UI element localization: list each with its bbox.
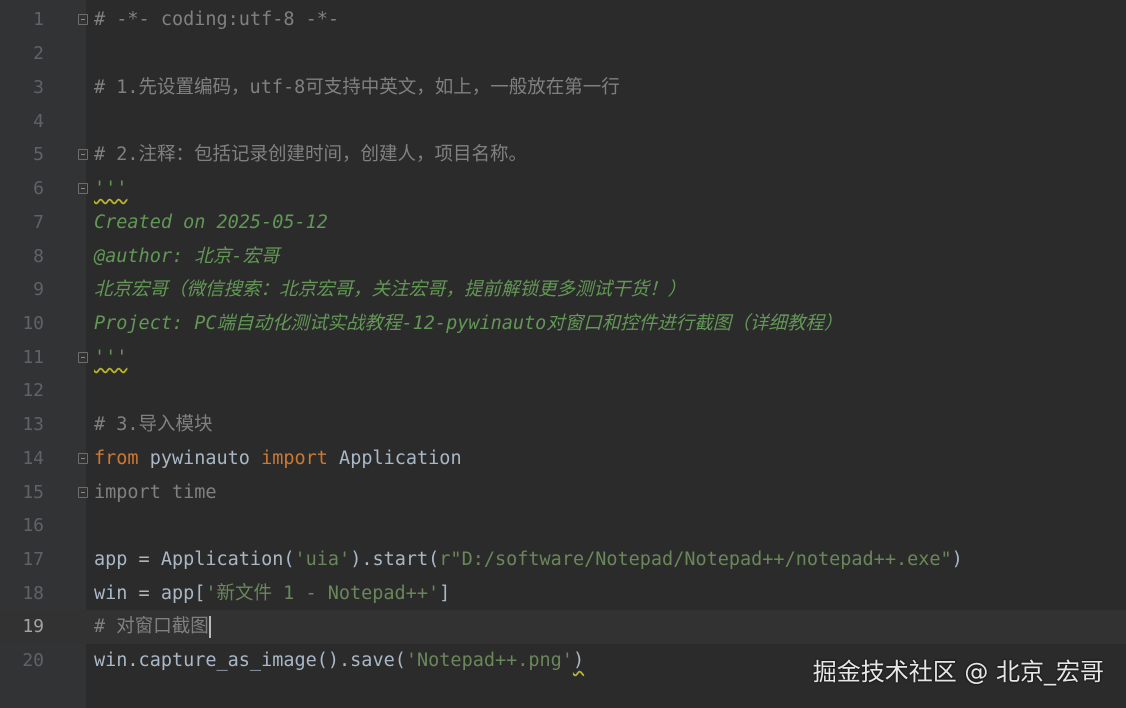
code-line[interactable]: 18 win = app['新文件 1 - Notepad++']	[0, 577, 1126, 611]
code-text: # 2.注释：包括记录创建时间，创建人，项目名称。	[94, 144, 528, 165]
code-line[interactable]: 15 import time	[0, 476, 1126, 510]
code-text: import time	[94, 482, 217, 503]
code-line[interactable]: 8 @author: 北京-宏哥	[0, 240, 1126, 274]
code-line-current[interactable]: 19 # 对窗口截图	[0, 610, 1126, 644]
code-text: '''	[94, 178, 128, 199]
line-number: 13	[22, 414, 44, 435]
code-text: from pywinauto import Application	[94, 442, 462, 476]
identifier: win = app[	[94, 583, 206, 604]
string-literal: '新文件 1 - Notepad++'	[205, 583, 440, 604]
identifier: ]	[439, 583, 451, 604]
code-line[interactable]: 16	[0, 509, 1126, 543]
code-line[interactable]: 10 Project: PC端自动化测试实战教程-12-pywinauto对窗口…	[0, 307, 1126, 341]
code-text: Created on 2025-05-12	[94, 212, 328, 233]
code-text: # 对窗口截图	[94, 610, 211, 644]
code-text: @author: 北京-宏哥	[94, 246, 280, 267]
line-number: 11	[22, 347, 44, 368]
line-number: 18	[22, 583, 44, 604]
code-text: 北京宏哥（微信搜索：北京宏哥，关注宏哥，提前解锁更多测试干货！）	[94, 279, 687, 300]
keyword: from	[94, 448, 139, 469]
code-line[interactable]: 11 '''	[0, 341, 1126, 375]
identifier: win.capture_as_image().save(	[94, 650, 406, 671]
code-line[interactable]: 1 # -*- coding:utf-8 -*-	[0, 3, 1126, 37]
code-text: # -*- coding:utf-8 -*-	[94, 9, 340, 30]
line-number: 5	[33, 144, 44, 165]
code-line[interactable]: 14 from pywinauto import Application	[0, 442, 1126, 476]
line-number: 4	[33, 111, 44, 132]
line-number: 2	[33, 43, 44, 64]
code-line[interactable]: 17 app = Application('uia').start(r"D:/s…	[0, 543, 1126, 577]
line-number: 15	[22, 482, 44, 503]
line-number: 16	[22, 515, 44, 536]
code-text: Project: PC端自动化测试实战教程-12-pywinauto对窗口和控件…	[94, 313, 843, 334]
line-number: 9	[33, 279, 44, 300]
code-line[interactable]: 7 Created on 2025-05-12	[0, 206, 1126, 240]
line-number: 20	[22, 650, 44, 671]
keyword: import	[261, 448, 328, 469]
fold-marker-icon[interactable]	[78, 352, 88, 363]
identifier: pywinauto	[138, 448, 262, 469]
line-number: 14	[22, 448, 44, 469]
line-number: 19	[22, 616, 44, 637]
fold-marker-icon[interactable]	[78, 487, 88, 498]
fold-marker-icon[interactable]	[78, 183, 88, 194]
fold-marker-icon[interactable]	[78, 453, 88, 464]
comment: # 对窗口截图	[94, 616, 209, 637]
identifier: )	[572, 650, 585, 671]
code-text: win = app['新文件 1 - Notepad++']	[94, 577, 450, 611]
line-number: 12	[22, 380, 44, 401]
code-text: '''	[94, 347, 128, 368]
string-literal: 'Notepad++.png'	[405, 650, 573, 671]
identifier: )	[951, 549, 963, 570]
code-line[interactable]: 12	[0, 374, 1126, 408]
text-caret	[208, 616, 211, 638]
line-number: 3	[33, 77, 44, 98]
code-line[interactable]: 6 '''	[0, 172, 1126, 206]
code-line[interactable]: 3 # 1.先设置编码，utf-8可支持中英文，如上，一般放在第一行	[0, 71, 1126, 105]
line-number: 17	[22, 549, 44, 570]
identifier: app = Application(	[94, 549, 295, 570]
line-number: 8	[33, 246, 44, 267]
code-text: app = Application('uia').start(r"D:/soft…	[94, 543, 963, 577]
code-text: # 3.导入模块	[94, 414, 213, 435]
code-line[interactable]: 4	[0, 105, 1126, 139]
code-editor[interactable]: 1 # -*- coding:utf-8 -*- 2 3 # 1.先设置编码，u…	[0, 0, 1126, 708]
code-line[interactable]: 5 # 2.注释：包括记录创建时间，创建人，项目名称。	[0, 138, 1126, 172]
identifier: ).start(	[350, 549, 440, 570]
watermark: 掘金技术社区 @ 北京_宏哥	[812, 658, 1104, 686]
fold-marker-icon[interactable]	[78, 14, 88, 25]
string-literal: r"D:/software/Notepad/Notepad++/notepad+…	[439, 549, 952, 570]
string-literal: 'uia'	[294, 549, 351, 570]
code-text: # 1.先设置编码，utf-8可支持中英文，如上，一般放在第一行	[94, 77, 620, 98]
line-number: 6	[33, 178, 44, 199]
line-number: 1	[33, 9, 44, 30]
code-line[interactable]: 13 # 3.导入模块	[0, 408, 1126, 442]
fold-marker-icon[interactable]	[78, 149, 88, 160]
identifier: Application	[327, 448, 462, 469]
line-number: 10	[22, 313, 44, 334]
code-line[interactable]: 9 北京宏哥（微信搜索：北京宏哥，关注宏哥，提前解锁更多测试干货！）	[0, 273, 1126, 307]
code-text: win.capture_as_image().save('Notepad++.p…	[94, 644, 584, 678]
line-number: 7	[33, 212, 44, 233]
code-line[interactable]: 2	[0, 37, 1126, 71]
